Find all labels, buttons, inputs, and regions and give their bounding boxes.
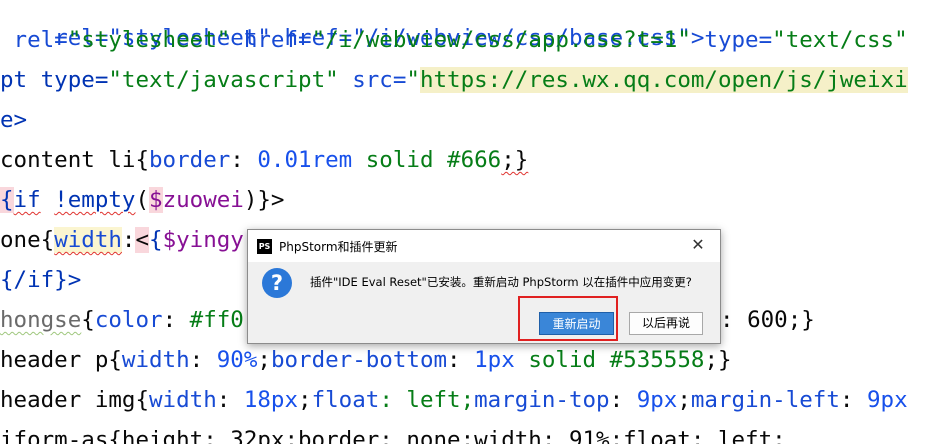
code-token: 9px [636, 387, 678, 413]
code-token: width [121, 347, 190, 373]
code-token: one{ [0, 227, 55, 253]
code-token: { [0, 187, 14, 213]
code-editor[interactable]: rel="stylesheet" href="/i/webview/css/ba… [0, 0, 929, 444]
code-line: header img{width: 18px;float: left;margi… [0, 380, 908, 420]
code-token: : [839, 387, 867, 413]
dialog-title: PhpStorm和插件更新 [279, 240, 398, 254]
code-token: : [121, 227, 136, 253]
code-token: color [94, 307, 163, 333]
code-token: {/if}> [0, 267, 82, 293]
code-token: : [216, 387, 244, 413]
phpstorm-app-icon: PS [257, 239, 272, 254]
code-token: "/i/webview/css/app.css?t=1" [311, 27, 691, 53]
code-line: iform-as{height: 32px;border: none;width… [0, 420, 786, 444]
code-token: width [54, 227, 122, 253]
code-token: border [149, 147, 231, 173]
plugin-update-dialog[interactable]: PS PhpStorm和插件更新 ✕ ? 插件"IDE Eval Reset"已… [247, 229, 721, 344]
code-line: rel="stylesheet" href="/i/webview/css/ba… [0, 0, 704, 51]
code-token: href= [230, 27, 312, 53]
code-token: solid [352, 147, 448, 173]
code-token: hongse [0, 307, 82, 333]
code-token: { [81, 307, 95, 333]
code-token: float [311, 387, 380, 413]
code-line: header p{width: 90%;border-bottom: 1px s… [0, 340, 732, 380]
code-token: 9px [867, 387, 908, 413]
code-token: < [135, 227, 150, 253]
code-token: : [189, 347, 217, 373]
code-token: #666 [447, 147, 502, 173]
code-token: rel= [0, 27, 68, 53]
code-token: : left; [379, 387, 475, 413]
code-token: ; [677, 387, 691, 413]
code-token: #535558 [609, 347, 705, 373]
code-line: e> [0, 100, 27, 140]
code-token: % [243, 347, 258, 373]
code-token: 1px [474, 347, 515, 373]
code-token: { [108, 347, 122, 373]
code-token: content li [0, 147, 136, 173]
code-token: header img [0, 387, 136, 413]
dialog-title-bar[interactable]: PS PhpStorm和插件更新 ✕ [248, 230, 720, 262]
code-token: !empty [54, 187, 136, 213]
code-line: hongse{color: #ff0 : 600;} [0, 300, 815, 340]
later-button[interactable]: 以后再说 [629, 312, 703, 335]
question-icon: ? [262, 268, 292, 298]
code-token: : [609, 387, 637, 413]
code-token: if [13, 187, 41, 213]
code-line: one{width:<{$yingy [0, 220, 244, 260]
code-token: iform-as{height: 32px;border: none;width… [0, 427, 786, 444]
code-token: "text/javascript" [108, 67, 339, 93]
code-line: pt type="text/javascript" src="https://r… [0, 60, 908, 100]
code-token: solid [514, 347, 610, 373]
code-token: 18px [243, 387, 299, 413]
code-token: " [406, 67, 420, 93]
code-token: #ff0 [189, 307, 244, 333]
code-token: border-bottom [270, 347, 448, 373]
code-token: $ [149, 187, 163, 213]
code-token: { [135, 387, 150, 413]
code-token: { [135, 147, 150, 173]
code-token: zuowei [162, 187, 244, 213]
code-token: "stylesheet" [67, 27, 231, 53]
code-token: pt type= [0, 67, 109, 93]
code-token: e> [0, 107, 28, 133]
code-token: 0.01rem [257, 147, 353, 173]
code-line: {/if}> [0, 260, 81, 300]
dialog-message: 插件"IDE Eval Reset"已安装。重新启动 PhpStorm 以在插件… [310, 275, 692, 289]
code-token: ;} [501, 147, 529, 173]
code-token: 90 [216, 347, 244, 373]
code-token: "text/css" [772, 27, 908, 53]
code-token: header p [0, 347, 109, 373]
code-token: $yingy [162, 227, 244, 253]
code-token: : [162, 307, 190, 333]
code-token: type= [690, 27, 773, 53]
code-token: : [447, 347, 475, 373]
code-token: ; [257, 347, 271, 373]
code-line: {if !empty($zuowei)}> [0, 180, 284, 220]
code-line: rel="stylesheet" href="/i/webview/css/ap… [0, 20, 908, 60]
code-token: width [149, 387, 217, 413]
code-token: { [149, 227, 163, 253]
code-token: : [230, 147, 258, 173]
code-line: content li{border: 0.01rem solid #666;} [0, 140, 528, 180]
code-token: )}> [243, 187, 285, 213]
code-token: margin-left [690, 387, 840, 413]
code-token: ; [298, 387, 312, 413]
code-url-token: https://res.wx.qq.com/open/js/jweixi [419, 67, 908, 93]
code-token: : 600;} [720, 307, 815, 333]
restart-button-highlight [518, 296, 618, 341]
code-token: ( [135, 187, 150, 213]
code-token: margin-top [474, 387, 610, 413]
code-token: src= [338, 67, 407, 93]
close-icon[interactable]: ✕ [688, 235, 708, 255]
code-token: ;} [704, 347, 732, 373]
